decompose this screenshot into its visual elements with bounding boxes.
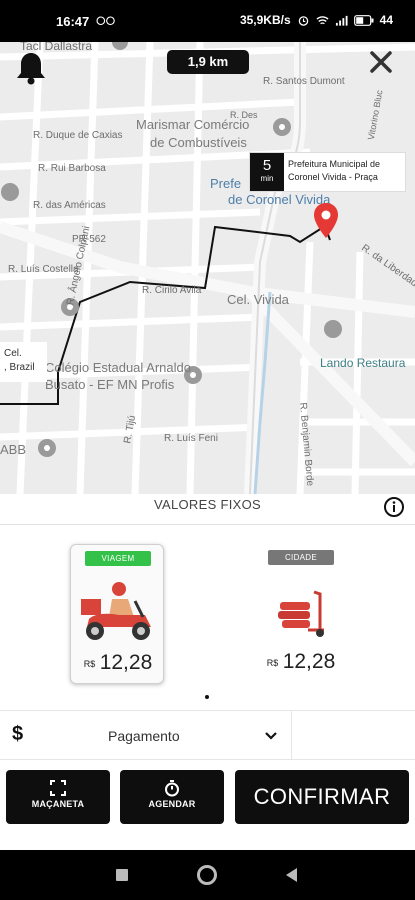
option-card-viagem[interactable]: VIAGEM R$ 12,28 — [70, 544, 164, 684]
option-card-cidade[interactable]: CIDADE R$ 12,28 — [254, 544, 348, 684]
recents-icon[interactable] — [116, 869, 128, 881]
destination-line2: Coronel Vivida - Praça — [288, 172, 378, 182]
payment-label: Pagamento — [108, 728, 180, 744]
option-badge: CIDADE — [268, 550, 334, 565]
eta-value: 5 — [262, 157, 272, 174]
option-badge: VIAGEM — [85, 551, 151, 566]
dollar-icon: $ — [12, 723, 24, 745]
distance-pill: 1,9 km — [167, 50, 249, 74]
macaneta-label: MAÇANETA — [31, 799, 85, 809]
map-label: R. Cirilo Avila — [142, 285, 202, 296]
sheet-title: VALORES FIXOS — [154, 497, 261, 512]
map-label: R. Luís Costella — [8, 264, 79, 275]
payment-selector[interactable]: $ Pagamento — [0, 710, 415, 760]
confirm-button[interactable]: CONFIRMAR — [235, 770, 409, 824]
destination-name: Prefeitura Municipal de Coronel Vivida -… — [284, 153, 405, 191]
map-label: R. Santos Dumont — [263, 76, 345, 87]
battery-icon — [353, 14, 374, 26]
origin-label: Cel. , Brazil — [0, 342, 47, 382]
map-label: R. Rui Barbosa — [38, 163, 106, 174]
chevron-down-icon — [265, 732, 277, 740]
fullscreen-icon — [50, 780, 66, 796]
origin-line2: , Brazil — [4, 362, 35, 373]
map-label: R. Des — [230, 110, 258, 120]
map-label: Cel. Vivida — [227, 292, 289, 307]
voicemail-icon: ⭘⭘ — [96, 14, 116, 28]
alarm-icon — [298, 15, 308, 26]
network-speed: 35,9KB/s — [239, 13, 291, 27]
map-view[interactable]: Tacl Dallastra R. Santos Dumont Marismar… — [0, 42, 415, 494]
status-time: 16:47 — [56, 14, 90, 29]
map-label: Colégio Estadual Arnaldo — [45, 360, 191, 375]
agendar-button[interactable]: AGENDAR — [120, 770, 224, 824]
option-price: R$ 12,28 — [254, 650, 348, 674]
back-icon[interactable] — [286, 868, 297, 882]
price-currency: R$ — [83, 659, 96, 669]
destination-label: 5 min Prefeitura Municipal de Coronel Vi… — [249, 152, 406, 192]
price-value: 12,28 — [282, 650, 336, 673]
divider — [0, 524, 415, 525]
status-right: 35,9KB/s 44 — [240, 13, 393, 27]
system-nav-bar — [0, 850, 415, 900]
map-label: R. Duque de Caxias — [33, 130, 123, 141]
bell-icon[interactable] — [15, 50, 47, 86]
macaneta-button[interactable]: MAÇANETA — [6, 770, 110, 824]
origin-line1: Cel. — [4, 348, 22, 359]
destination-pin-icon — [314, 203, 338, 238]
destination-line1: Prefeitura Municipal de — [288, 159, 381, 169]
signal-icon — [335, 15, 348, 26]
map-label: Prefe — [210, 176, 242, 191]
map-label: de Combustíveis — [150, 135, 247, 150]
map-label: R. das Américas — [33, 200, 106, 211]
payment-separator — [291, 711, 292, 759]
status-bar: 16:47 ⭘⭘ 35,9KB/s 44 — [0, 0, 415, 42]
home-icon[interactable] — [197, 865, 217, 885]
info-icon[interactable] — [383, 496, 405, 518]
map-label: Busato - EF MN Profis — [45, 377, 175, 392]
map-label: R. Luís Feni — [164, 433, 218, 444]
option-price: R$ 12,28 — [71, 651, 165, 675]
map-label: ABB — [0, 442, 27, 457]
battery-level: 44 — [379, 13, 393, 27]
map-label: Lando Restaura — [320, 356, 406, 370]
price-value: 12,28 — [99, 651, 153, 674]
eta-box: 5 min — [250, 153, 284, 191]
wifi-icon — [316, 15, 329, 24]
price-currency: R$ — [266, 658, 279, 668]
eta-unit: min — [260, 174, 274, 183]
carousel-indicator — [205, 695, 209, 699]
bottom-sheet: VALORES FIXOS VIAGEM R$ 12,28 CIDADE R$ … — [0, 494, 415, 850]
close-icon[interactable] — [367, 48, 395, 76]
agendar-label: AGENDAR — [148, 799, 196, 809]
delivery-scooter-icon — [81, 582, 151, 640]
delivery-dolly-icon — [278, 590, 324, 637]
stopwatch-icon — [165, 780, 179, 797]
